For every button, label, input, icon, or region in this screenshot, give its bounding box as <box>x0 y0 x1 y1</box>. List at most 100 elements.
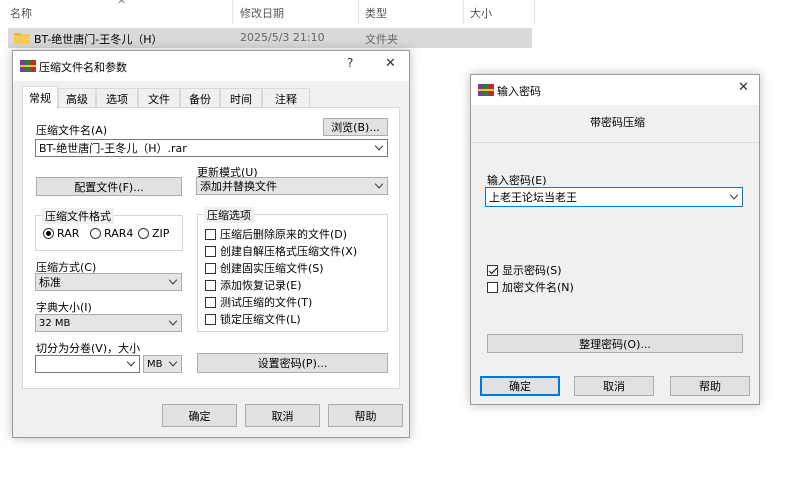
password-help-button[interactable]: 帮助 <box>670 376 750 396</box>
split-unit-select[interactable]: MB <box>143 355 182 373</box>
radio-selected-icon <box>43 228 54 239</box>
column-divider[interactable] <box>358 0 359 24</box>
delete-after-archiving-checkbox[interactable]: 压缩后删除原来的文件(D) <box>205 226 347 242</box>
checkbox-icon <box>205 228 216 240</box>
format-rar-radio[interactable]: RAR <box>43 227 79 240</box>
archive-format-title: 压缩文件格式 <box>42 208 114 224</box>
split-size-combo[interactable] <box>35 355 140 373</box>
folder-icon <box>14 33 30 44</box>
archive-name-label: 压缩文件名(A) <box>36 124 108 137</box>
format-zip-label: ZIP <box>152 227 170 240</box>
format-rar4-label: RAR4 <box>104 227 134 240</box>
archive-dialog-title: 压缩文件名和参数 <box>39 61 127 74</box>
folder-type: 文件夹 <box>365 33 398 46</box>
recovery-record-label: 添加恢复记录(E) <box>220 279 302 292</box>
explorer-column-header: 名称 修改日期 类型 大小 ^ <box>0 0 800 24</box>
checkbox-icon <box>487 281 498 293</box>
recovery-record-checkbox[interactable]: 添加恢复记录(E) <box>205 277 302 293</box>
tab-files[interactable]: 文件 <box>138 88 180 108</box>
tab-backup[interactable]: 备份 <box>180 88 220 108</box>
update-mode-value: 添加并替换文件 <box>200 180 277 193</box>
archive-dialog-titlebar[interactable]: 压缩文件名和参数 ? ✕ <box>13 51 409 81</box>
password-value: 上老王论坛当老王 <box>489 191 577 204</box>
format-rar4-radio[interactable]: RAR4 <box>90 227 133 240</box>
create-solid-label: 创建固实压缩文件(S) <box>220 262 324 275</box>
checkbox-checked-icon <box>487 264 498 276</box>
radio-icon <box>138 228 149 239</box>
archive-options-title: 压缩选项 <box>204 207 254 223</box>
test-archived-label: 测试压缩的文件(T) <box>220 296 313 309</box>
column-size[interactable]: 大小 <box>470 5 492 21</box>
chevron-down-icon <box>375 183 383 189</box>
folder-row[interactable]: BT-绝世唐门-王冬儿（H） 2025/5/3 21:10 文件夹 <box>8 28 532 48</box>
cancel-button[interactable]: 取消 <box>245 404 320 427</box>
password-input[interactable]: 上老王论坛当老王 <box>485 187 743 207</box>
checkbox-icon <box>205 296 216 308</box>
column-divider[interactable] <box>232 0 233 24</box>
checkbox-icon <box>205 313 216 325</box>
archive-name-combo[interactable]: BT-绝世唐门-王冬儿（H）.rar <box>35 139 388 157</box>
divider <box>471 142 759 143</box>
column-modified-date[interactable]: 修改日期 <box>240 5 284 21</box>
enter-password-label: 输入密码(E) <box>487 174 547 187</box>
tab-advanced[interactable]: 高级 <box>58 88 96 108</box>
radio-icon <box>90 228 101 239</box>
chevron-down-icon <box>730 194 738 200</box>
create-sfx-checkbox[interactable]: 创建自解压格式压缩文件(X) <box>205 243 357 259</box>
folder-name: BT-绝世唐门-王冬儿（H） <box>34 33 163 46</box>
dictionary-value: 32 MB <box>39 317 71 329</box>
format-zip-radio[interactable]: ZIP <box>138 227 169 240</box>
chevron-down-icon <box>127 361 135 367</box>
create-solid-checkbox[interactable]: 创建固实压缩文件(S) <box>205 260 324 276</box>
winrar-icon <box>478 84 494 96</box>
organize-passwords-button[interactable]: 整理密码(O)... <box>487 334 743 353</box>
close-icon[interactable]: ✕ <box>738 80 749 95</box>
tab-comment[interactable]: 注释 <box>262 88 310 108</box>
password-dialog-title: 输入密码 <box>497 85 541 98</box>
dictionary-label: 字典大小(I) <box>36 301 92 314</box>
browse-button[interactable]: 浏览(B)... <box>323 118 388 136</box>
method-value: 标准 <box>39 276 61 289</box>
tab-general[interactable]: 常规 <box>22 86 58 109</box>
help-button[interactable]: 帮助 <box>328 404 403 427</box>
column-divider[interactable] <box>534 0 535 24</box>
profiles-button[interactable]: 配置文件(F)... <box>36 177 182 196</box>
chevron-down-icon <box>169 361 177 367</box>
tab-options[interactable]: 选项 <box>96 88 138 108</box>
checkbox-icon <box>205 262 216 274</box>
delete-after-archiving-label: 压缩后删除原来的文件(D) <box>220 228 348 241</box>
column-divider[interactable] <box>463 0 464 24</box>
column-type[interactable]: 类型 <box>365 5 387 21</box>
column-name[interactable]: 名称 <box>10 5 32 21</box>
collapse-arrow-icon[interactable]: ^ <box>117 0 126 11</box>
folder-date: 2025/5/3 21:10 <box>240 31 325 44</box>
ok-button[interactable]: 确定 <box>162 404 237 427</box>
tab-time[interactable]: 时间 <box>220 88 262 108</box>
help-icon[interactable]: ? <box>347 56 353 70</box>
close-icon[interactable]: ✕ <box>385 56 396 71</box>
chevron-down-icon <box>169 279 177 285</box>
split-unit-value: MB <box>147 358 163 370</box>
create-sfx-label: 创建自解压格式压缩文件(X) <box>220 245 358 258</box>
lock-archive-label: 锁定压缩文件(L) <box>220 313 301 326</box>
winrar-icon <box>20 60 36 72</box>
method-select[interactable]: 标准 <box>35 273 182 291</box>
set-password-button[interactable]: 设置密码(P)... <box>197 353 388 373</box>
checkbox-icon <box>205 245 216 257</box>
password-dialog-header: 带密码压缩 <box>590 116 645 129</box>
encrypt-file-names-label: 加密文件名(N) <box>502 281 574 294</box>
format-rar-label: RAR <box>57 227 80 240</box>
test-archived-checkbox[interactable]: 测试压缩的文件(T) <box>205 294 312 310</box>
password-dialog-titlebar[interactable]: 输入密码 ✕ <box>471 75 759 105</box>
show-password-label: 显示密码(S) <box>502 264 562 277</box>
encrypt-file-names-checkbox[interactable]: 加密文件名(N) <box>487 279 574 295</box>
show-password-checkbox[interactable]: 显示密码(S) <box>487 262 562 278</box>
checkbox-icon <box>205 279 216 291</box>
chevron-down-icon <box>375 145 383 151</box>
chevron-down-icon <box>169 320 177 326</box>
lock-archive-checkbox[interactable]: 锁定压缩文件(L) <box>205 311 301 327</box>
password-ok-button[interactable]: 确定 <box>480 376 560 396</box>
update-mode-select[interactable]: 添加并替换文件 <box>196 177 388 195</box>
password-cancel-button[interactable]: 取消 <box>574 376 654 396</box>
dictionary-select[interactable]: 32 MB <box>35 314 182 332</box>
